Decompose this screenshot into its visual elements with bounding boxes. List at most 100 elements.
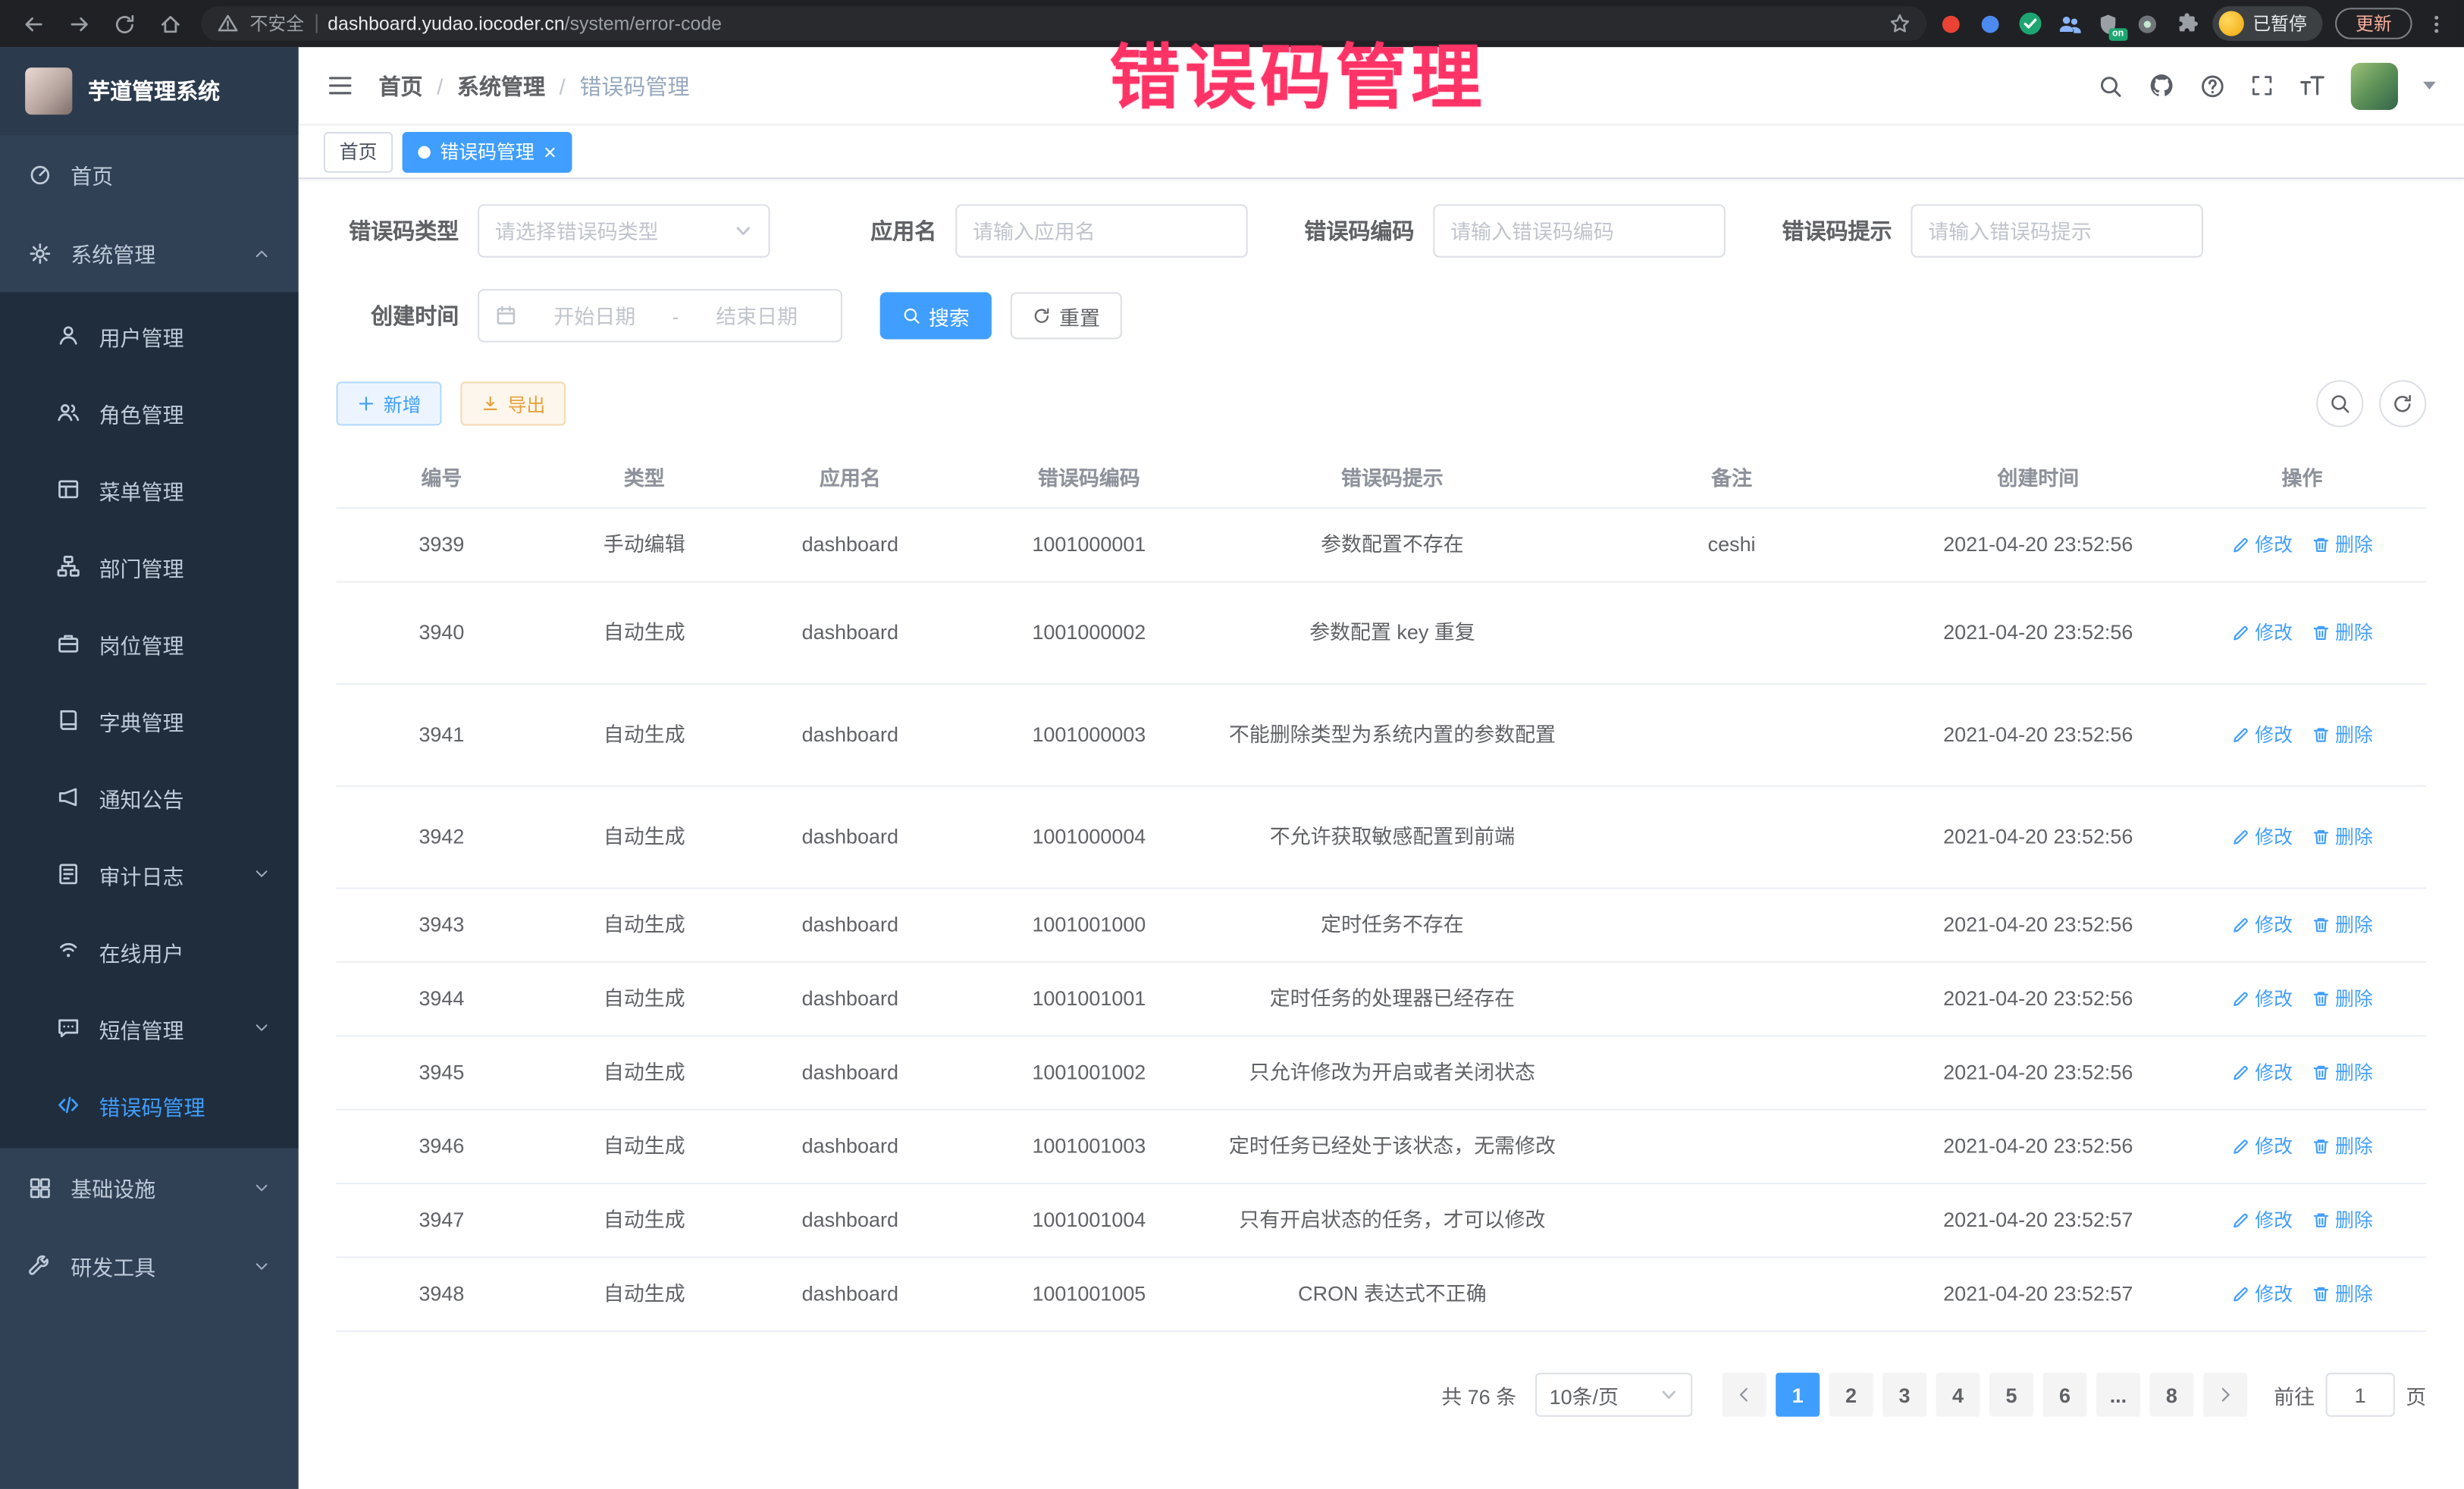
tags-bar: 首页 错误码管理 (299, 126, 2464, 179)
error-message-field[interactable] (1911, 204, 2203, 257)
tag-close-icon[interactable] (544, 146, 556, 158)
edit-button[interactable]: 修改 (2231, 985, 2293, 1013)
sidebar-item-menu[interactable]: 菜单管理 (0, 451, 299, 528)
goto-page-input[interactable] (2326, 1373, 2395, 1417)
edit-icon (2231, 623, 2250, 642)
sidebar-item-dict[interactable]: 字典管理 (0, 682, 299, 759)
error-code-input[interactable] (1450, 219, 1708, 243)
sidebar-item-infra[interactable]: 基础设施 (0, 1148, 299, 1227)
navbar-actions (2098, 62, 2436, 109)
tag-home[interactable]: 首页 (324, 131, 393, 172)
blue-extension-icon[interactable] (1977, 11, 2002, 36)
reset-button[interactable]: 重置 (1011, 292, 1122, 339)
browser-profile-chip[interactable]: 已暂停 (2212, 6, 2322, 41)
page-button-8[interactable]: 8 (2149, 1373, 2193, 1417)
delete-button[interactable]: 删除 (2312, 985, 2373, 1013)
cell-app: dashboard (741, 719, 958, 750)
refresh-table-button[interactable] (2379, 380, 2426, 427)
sidebar-item-audit[interactable]: 审计日志 (0, 835, 299, 913)
edit-button[interactable]: 修改 (2231, 619, 2293, 647)
delete-button[interactable]: 删除 (2312, 1206, 2373, 1234)
bookmark-star-icon[interactable] (1888, 13, 1910, 35)
sidebar-item-devtools[interactable]: 研发工具 (0, 1227, 299, 1306)
delete-button[interactable]: 删除 (2312, 1133, 2373, 1161)
fullscreen-icon[interactable] (2250, 74, 2274, 97)
forward-icon[interactable] (67, 12, 91, 36)
browser-update-button[interactable]: 更新 (2335, 8, 2412, 39)
caret-down-icon[interactable] (2423, 82, 2436, 89)
delete-button[interactable]: 删除 (2312, 1280, 2373, 1308)
error-message-input[interactable] (1928, 219, 2186, 243)
browser-chrome: 不安全 dashboard.yudao.iocoder.cn/system/er… (0, 0, 2464, 47)
delete-button[interactable]: 删除 (2312, 823, 2373, 851)
date-end-input[interactable] (688, 304, 825, 328)
edit-button[interactable]: 修改 (2231, 531, 2293, 559)
tag-errcode[interactable]: 错误码管理 (403, 131, 572, 172)
edit-button[interactable]: 修改 (2231, 911, 2293, 939)
home-icon[interactable] (158, 12, 182, 36)
add-button[interactable]: 新增 (337, 381, 442, 425)
delete-button[interactable]: 删除 (2312, 911, 2373, 939)
prev-page-button[interactable] (1723, 1373, 1766, 1417)
breadcrumb-home[interactable]: 首页 (379, 70, 423, 101)
page-button-2[interactable]: 2 (1829, 1373, 1873, 1417)
edit-button[interactable]: 修改 (2231, 1206, 2293, 1234)
people-extension-icon[interactable] (2056, 11, 2081, 36)
sidebar-item-dept[interactable]: 部门管理 (0, 528, 299, 605)
export-button[interactable]: 导出 (460, 381, 566, 425)
page-button-3[interactable]: 3 (1882, 1373, 1926, 1417)
help-icon[interactable] (2200, 73, 2225, 98)
app-name-field[interactable] (955, 204, 1248, 257)
page-size-select[interactable]: 10条/页 (1535, 1373, 1692, 1417)
sidebar-item-role[interactable]: 角色管理 (0, 374, 299, 451)
sidebar-item-system[interactable]: 系统管理 (0, 214, 299, 293)
sidebar-item-online[interactable]: 在线用户 (0, 913, 299, 990)
sidebar-item-post[interactable]: 岗位管理 (0, 605, 299, 682)
page-button-6[interactable]: 6 (2042, 1373, 2086, 1417)
search-button[interactable]: 搜索 (880, 292, 992, 339)
hamburger-icon[interactable] (327, 72, 353, 99)
delete-button[interactable]: 删除 (2312, 619, 2373, 647)
search-icon[interactable] (2098, 73, 2123, 98)
edit-button[interactable]: 修改 (2231, 1280, 2293, 1308)
delete-button[interactable]: 删除 (2312, 531, 2373, 559)
github-icon[interactable] (2148, 72, 2174, 99)
next-page-button[interactable] (2203, 1373, 2247, 1417)
reload-icon[interactable] (113, 12, 136, 36)
date-range-picker[interactable]: - (478, 289, 842, 342)
sidebar-item-notice[interactable]: 通知公告 (0, 759, 299, 836)
error-type-select[interactable] (478, 204, 770, 257)
delete-button[interactable]: 删除 (2312, 721, 2373, 749)
sidebar-item-user[interactable]: 用户管理 (0, 297, 299, 375)
page-button-1[interactable]: 1 (1776, 1373, 1820, 1417)
sidebar-item-sms[interactable]: 短信管理 (0, 989, 299, 1067)
user-avatar[interactable] (2351, 62, 2398, 109)
sidebar-item-home[interactable]: 首页 (0, 135, 299, 214)
more-pages-button[interactable]: ... (2096, 1373, 2140, 1417)
delete-button[interactable]: 删除 (2312, 1058, 2373, 1086)
app-name-input[interactable] (973, 219, 1230, 243)
edit-button[interactable]: 修改 (2231, 721, 2293, 749)
shield-extension-icon[interactable]: on (2096, 11, 2121, 36)
puzzle-extension-icon[interactable] (2174, 11, 2199, 36)
paw-extension-icon[interactable] (2135, 11, 2160, 36)
page-button-4[interactable]: 4 (1936, 1373, 1980, 1417)
sidebar-logo[interactable]: 芋道管理系统 (0, 47, 299, 135)
toggle-search-button[interactable] (2316, 380, 2363, 427)
error-code-field[interactable] (1433, 204, 1726, 257)
address-bar[interactable]: 不安全 dashboard.yudao.iocoder.cn/system/er… (201, 6, 1926, 41)
edit-button[interactable]: 修改 (2231, 1058, 2293, 1086)
check-extension-icon[interactable] (2017, 11, 2042, 36)
table-row: 3939 手动编辑 dashboard 1001000001 参数配置不存在 c… (337, 509, 2427, 582)
page-button-5[interactable]: 5 (1989, 1373, 2033, 1417)
edit-button[interactable]: 修改 (2231, 1133, 2293, 1161)
sidebar-item-errcode[interactable]: 错误码管理 (0, 1067, 299, 1144)
breadcrumb-section[interactable]: 系统管理 (457, 70, 545, 101)
error-type-select-input[interactable] (495, 219, 725, 243)
back-icon[interactable] (22, 12, 45, 36)
date-start-input[interactable] (526, 304, 663, 328)
edit-button[interactable]: 修改 (2231, 823, 2293, 851)
browser-menu-icon[interactable] (2425, 12, 2448, 36)
record-extension-icon[interactable] (1939, 11, 1964, 36)
font-size-icon[interactable] (2299, 72, 2325, 99)
